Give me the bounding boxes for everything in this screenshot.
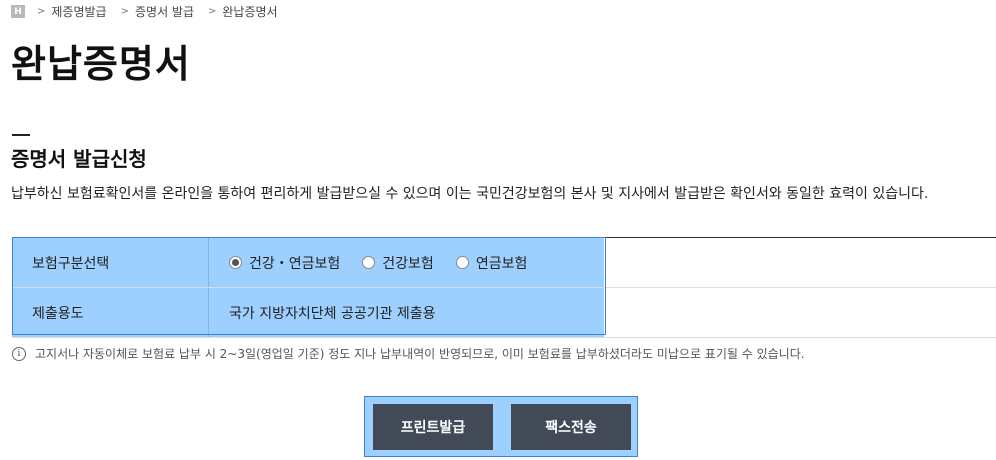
home-icon[interactable]: H bbox=[11, 5, 25, 18]
radio-label: 연금보험 bbox=[475, 255, 528, 272]
page-title: 완납증명서 bbox=[11, 42, 191, 86]
radio-health-pension[interactable]: 건강・연금보험 bbox=[229, 253, 340, 273]
radio-label: 건강・연금보험 bbox=[249, 255, 341, 272]
insurance-type-row: 보험구분선택 건강・연금보험 건강보험 연금보험 bbox=[12, 238, 996, 288]
application-form: 보험구분선택 건강・연금보험 건강보험 연금보험 제출용도 국가 지방자치단체 … bbox=[12, 237, 996, 338]
breadcrumb-item-certificate-issuance[interactable]: 제증명발급 bbox=[51, 3, 106, 20]
radio-health[interactable]: 건강보험 bbox=[362, 253, 434, 273]
notice-text: 고지서나 자동이체로 보험료 납부 시 2~3일(영업일 기준) 정도 지나 납… bbox=[35, 347, 805, 361]
breadcrumb: H > 제증명발급 > 증명서 발급 > 완납증명서 bbox=[11, 3, 292, 20]
radio-checked-icon[interactable] bbox=[229, 256, 242, 269]
breadcrumb-item-current: 완납증명서 bbox=[222, 5, 278, 19]
breadcrumb-item-certificate[interactable]: 증명서 발급 bbox=[135, 3, 194, 20]
section-title: 증명서 발급신청 bbox=[11, 147, 147, 171]
chevron-right-icon: > bbox=[208, 6, 217, 17]
print-issue-button[interactable]: 프린트발급 bbox=[373, 404, 493, 450]
purpose-value: 국가 지방자치단체 공공기관 제출용 bbox=[208, 288, 604, 337]
insurance-type-options: 건강・연금보험 건강보험 연금보험 bbox=[208, 238, 604, 287]
insurance-type-label: 보험구분선택 bbox=[12, 238, 208, 287]
radio-unchecked-icon[interactable] bbox=[455, 256, 469, 269]
section-divider bbox=[12, 134, 30, 136]
radio-label: 건강보험 bbox=[382, 255, 434, 272]
radio-pension[interactable]: 연금보험 bbox=[455, 253, 528, 273]
notice: i 고지서나 자동이체로 보험료 납부 시 2~3일(영업일 기준) 정도 지나… bbox=[12, 345, 805, 362]
info-icon: i bbox=[12, 346, 26, 361]
chevron-right-icon: > bbox=[120, 6, 129, 17]
purpose-label: 제출용도 bbox=[12, 288, 208, 337]
chevron-right-icon: > bbox=[37, 6, 46, 17]
fax-send-button[interactable]: 팩스전송 bbox=[511, 404, 631, 450]
purpose-row: 제출용도 국가 지방자치단체 공공기관 제출용 bbox=[12, 288, 996, 338]
description-text: 납부하신 보험료확인서를 온라인을 통하여 편리하게 발급받으실 수 있으며 이… bbox=[11, 186, 929, 202]
button-group: 프린트발급 팩스전송 bbox=[364, 396, 638, 457]
radio-unchecked-icon[interactable] bbox=[362, 256, 376, 269]
